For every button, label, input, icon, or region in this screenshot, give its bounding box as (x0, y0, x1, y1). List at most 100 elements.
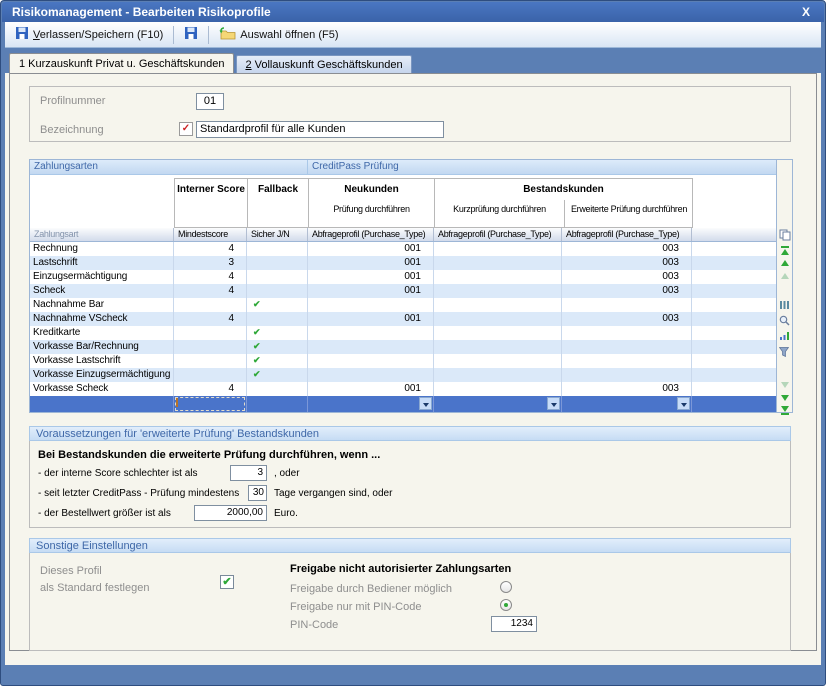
cell[interactable] (308, 298, 434, 312)
colhdr-abfrageprofil-kurz[interactable]: Abfrageprofil (Purchase_Type) (434, 228, 562, 241)
table-row[interactable]: Nachnahme VScheck4001003 (30, 312, 776, 326)
dropdown-button[interactable] (677, 397, 690, 410)
cell[interactable]: Lastschrift (30, 256, 174, 270)
colhdr-sicher[interactable]: Sicher J/N (247, 228, 308, 241)
cell[interactable] (434, 354, 562, 368)
cell[interactable] (308, 326, 434, 340)
table-row[interactable]: Einzugsermächtigung4001003 (30, 270, 776, 284)
cell[interactable]: 001 (308, 284, 434, 298)
cell[interactable] (434, 396, 562, 412)
table-row[interactable]: Vorkasse Bar/Rechnung✔ (30, 340, 776, 354)
save-exit-button[interactable]: Verlassen/Speichern (F10) (9, 24, 169, 45)
cell[interactable] (434, 242, 562, 256)
cell[interactable]: 4 (174, 382, 247, 396)
order-value-input[interactable]: 2000,00 (194, 505, 267, 521)
cell[interactable] (247, 256, 308, 270)
cell[interactable] (692, 256, 776, 270)
cell[interactable] (434, 382, 562, 396)
scroll-up-button[interactable] (779, 273, 791, 285)
cell[interactable]: Vorkasse Einzugsermächtigung (30, 368, 174, 382)
cell[interactable] (174, 298, 247, 312)
selected-new-row[interactable] (30, 396, 776, 412)
cell[interactable] (174, 340, 247, 354)
cell[interactable] (308, 354, 434, 368)
cell[interactable]: Vorkasse Lastschrift (30, 354, 174, 368)
table-row[interactable]: Scheck4 001 003 (30, 284, 776, 298)
table-row[interactable]: Vorkasse Einzugsermächtigung ✔ (30, 368, 776, 382)
cell[interactable] (692, 368, 776, 382)
cell[interactable]: Einzugsermächtigung (30, 270, 174, 284)
columns-icon[interactable] (779, 300, 791, 312)
cell[interactable]: Nachnahme Bar (30, 298, 174, 312)
spellcheck-icon[interactable]: ✓ (179, 122, 193, 136)
cell[interactable] (434, 284, 562, 298)
default-checkbox[interactable]: ✔ (220, 575, 234, 589)
move-last-button[interactable] (779, 406, 791, 418)
cell[interactable]: Nachnahme VScheck (30, 312, 174, 326)
search-icon[interactable] (779, 315, 791, 327)
filter-icon[interactable] (779, 347, 791, 359)
titlebar[interactable]: Risikomanagement - Bearbeiten Risikoprof… (2, 2, 824, 22)
cell[interactable]: Vorkasse Scheck (30, 382, 174, 396)
cell[interactable] (692, 284, 776, 298)
table-row[interactable]: Vorkasse Lastschrift ✔ (30, 354, 776, 368)
dropdown-button[interactable] (419, 397, 432, 410)
colhdr-mindestscore[interactable]: Mindestscore (174, 228, 247, 241)
table-row[interactable]: Vorkasse Scheck4001003 (30, 382, 776, 396)
table-row[interactable]: Lastschrift3 001 003 (30, 256, 776, 270)
cell[interactable] (308, 368, 434, 382)
cell[interactable] (692, 354, 776, 368)
open-selection-button[interactable]: Auswahl öffnen (F5) (213, 24, 344, 45)
cell[interactable]: Rechnung (30, 242, 174, 256)
cell[interactable]: 003 (562, 256, 692, 270)
cell[interactable]: 4 (174, 284, 247, 298)
profilnummer-input[interactable]: 01 (196, 93, 224, 110)
cell[interactable]: 001 (308, 312, 434, 326)
cell[interactable]: 001 (308, 256, 434, 270)
cell[interactable]: Scheck (30, 284, 174, 298)
scroll-down-button[interactable] (779, 382, 791, 394)
tab-kurzauskunft[interactable]: 1 Kurzauskunft Privat u. Geschäftskunden (9, 53, 234, 73)
cell[interactable] (247, 312, 308, 326)
move-up-button[interactable] (779, 260, 791, 272)
operator-release-radio[interactable] (500, 581, 512, 593)
cell[interactable] (692, 242, 776, 256)
cell[interactable] (174, 368, 247, 382)
cell[interactable]: 001 (308, 270, 434, 284)
cell[interactable]: 001 (308, 382, 434, 396)
cell-focused[interactable] (174, 396, 247, 412)
cell[interactable] (562, 326, 692, 340)
days-input[interactable]: 30 (248, 485, 267, 501)
cell[interactable]: 003 (562, 284, 692, 298)
cell[interactable]: 001 (308, 242, 434, 256)
cell[interactable]: ✔ (247, 326, 308, 340)
cell[interactable] (308, 396, 434, 412)
cell[interactable] (434, 340, 562, 354)
cell[interactable] (247, 284, 308, 298)
cell[interactable] (692, 326, 776, 340)
cell[interactable]: ✔ (247, 368, 308, 382)
cell[interactable]: ✔ (247, 354, 308, 368)
cell[interactable] (562, 368, 692, 382)
cell[interactable] (174, 326, 247, 340)
cell[interactable] (562, 340, 692, 354)
bezeichnung-input[interactable]: Standardprofil für alle Kunden (196, 121, 444, 138)
pin-release-radio[interactable] (500, 599, 512, 611)
cell[interactable]: 4 (174, 242, 247, 256)
cell[interactable] (434, 368, 562, 382)
sort-icon[interactable] (779, 331, 791, 343)
cell[interactable] (247, 242, 308, 256)
cell[interactable]: 4 (174, 270, 247, 284)
cell[interactable] (562, 354, 692, 368)
tab-vollauskunft[interactable]: 2 Vollauskunft Geschäftskunden (236, 55, 411, 73)
cell[interactable]: 3 (174, 256, 247, 270)
cell[interactable]: Vorkasse Bar/Rechnung (30, 340, 174, 354)
cell[interactable]: 003 (562, 312, 692, 326)
copy-icon[interactable] (779, 229, 791, 241)
colhdr-abfrageprofil-neu[interactable]: Abfrageprofil (Purchase_Type) (308, 228, 434, 241)
move-first-button[interactable] (779, 246, 791, 258)
cell[interactable]: 003 (562, 242, 692, 256)
colhdr-zahlungsart[interactable]: Zahlungsart (30, 228, 174, 241)
cell[interactable]: ✔ (247, 298, 308, 312)
cell[interactable] (692, 340, 776, 354)
